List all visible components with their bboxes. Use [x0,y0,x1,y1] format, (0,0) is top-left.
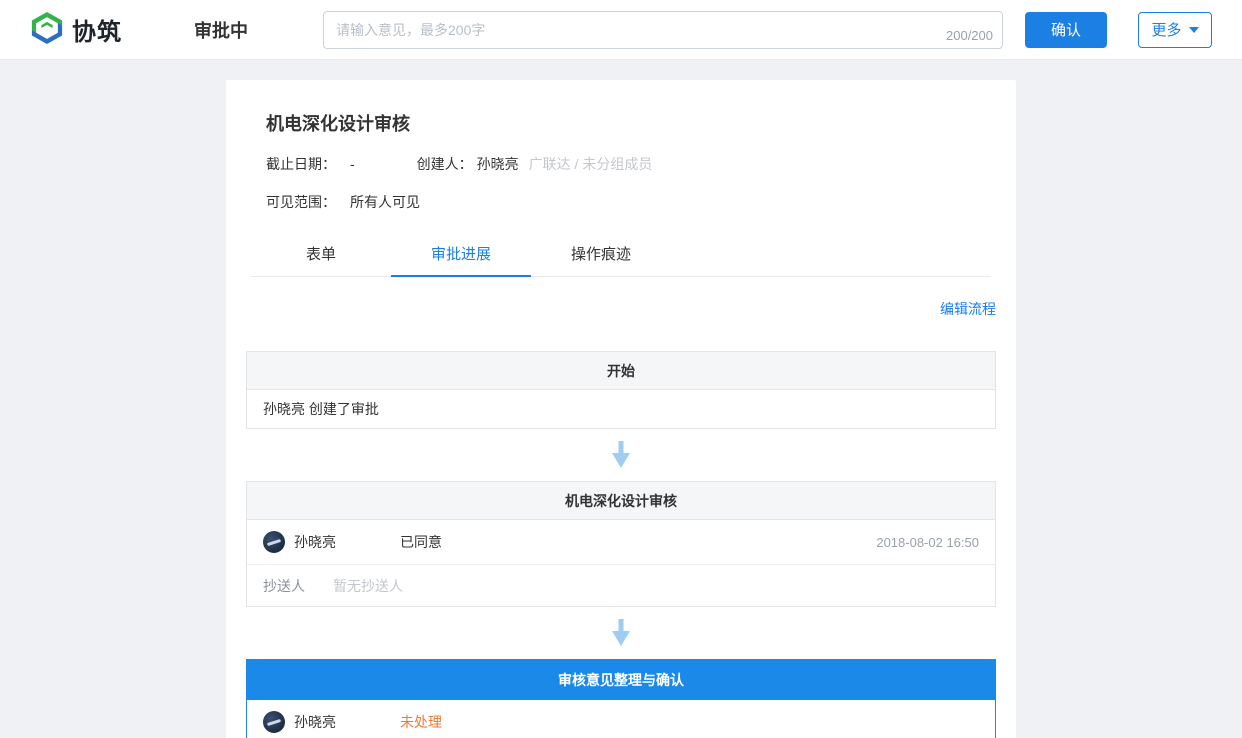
user-avatar [263,531,285,553]
deadline-label: 截止日期： [266,154,336,174]
brand-logo-icon [30,11,64,48]
approver-status-pending: 未处理 [400,712,442,732]
flow-start-title: 开始 [247,352,995,390]
flow-step1-title: 机电深化设计审核 [247,482,995,520]
flow-step2-title: 审核意见整理与确认 [247,660,995,700]
edit-flow-link-wrap: 编辑流程 [246,291,996,323]
flow-block-start: 开始 孙晓亮 创建了审批 [246,351,996,429]
comment-input[interactable] [323,11,1003,49]
meta-row-scope: 可见范围： 所有人可见 [266,192,976,212]
creator-name: 孙晓亮 [477,154,519,174]
page-title: 机电深化设计审核 [226,80,1016,136]
cc-empty-text: 暂无抄送人 [333,576,403,596]
approval-flow-area: 编辑流程 开始 孙晓亮 创建了审批 机电深化设计审核 孙晓亮 已同意 2018-… [226,277,1016,738]
scope-label: 可见范围： [266,192,336,212]
flow-block-step2-current: 审核意见整理与确认 孙晓亮 未处理 抄送人 暂无抄送人 [246,659,996,738]
flow-arrow-1 [246,441,996,469]
flow-block-step1: 机电深化设计审核 孙晓亮 已同意 2018-08-02 16:50 抄送人 暂无… [246,481,996,607]
brand: 协筑 [30,11,122,48]
flow-start-desc: 孙晓亮 创建了审批 [263,399,379,419]
approver-status: 已同意 [400,532,442,552]
cc-label: 抄送人 [263,576,305,596]
approver-name: 孙晓亮 [294,532,336,552]
flow-step1-cc-row: 抄送人 暂无抄送人 [247,564,995,606]
tab-form[interactable]: 表单 [251,232,391,276]
char-counter: 200/200 [946,28,993,43]
flow-step1-approver-row: 孙晓亮 已同意 2018-08-02 16:50 [247,520,995,564]
creator-label: 创建人： [417,154,473,174]
scope-value: 所有人可见 [350,192,420,212]
flow-start-desc-row: 孙晓亮 创建了审批 [247,390,995,428]
more-button-label: 更多 [1151,19,1181,40]
confirm-button[interactable]: 确认 [1025,12,1107,48]
deadline-value: - [350,156,355,172]
approver-name: 孙晓亮 [294,712,336,732]
flow-step2-approver-row: 孙晓亮 未处理 [247,700,995,738]
flow-arrow-2 [246,619,996,647]
more-button[interactable]: 更多 [1138,12,1212,48]
approval-detail-card: 机电深化设计审核 截止日期： - 创建人： 孙晓亮 广联达 / 未分组成员 可见… [226,80,1016,738]
approval-status-title: 审批中 [194,17,248,43]
edit-flow-link[interactable]: 编辑流程 [940,301,996,317]
meta-row-deadline-creator: 截止日期： - 创建人： 孙晓亮 广联达 / 未分组成员 [266,154,976,174]
top-bar: 协筑 审批中 200/200 确认 更多 [0,0,1242,60]
approval-time: 2018-08-02 16:50 [876,535,979,550]
chevron-down-icon [1189,27,1199,33]
comment-input-wrap: 200/200 [323,11,1003,49]
tab-approval-progress[interactable]: 审批进展 [391,232,531,276]
meta-section: 截止日期： - 创建人： 孙晓亮 广联达 / 未分组成员 可见范围： 所有人可见 [226,154,1016,212]
tab-operation-trace[interactable]: 操作痕迹 [531,232,671,276]
user-avatar [263,711,285,733]
creator-group: 广联达 / 未分组成员 [529,154,653,174]
brand-name: 协筑 [72,12,122,47]
tab-bar: 表单 审批进展 操作痕迹 [251,232,991,277]
